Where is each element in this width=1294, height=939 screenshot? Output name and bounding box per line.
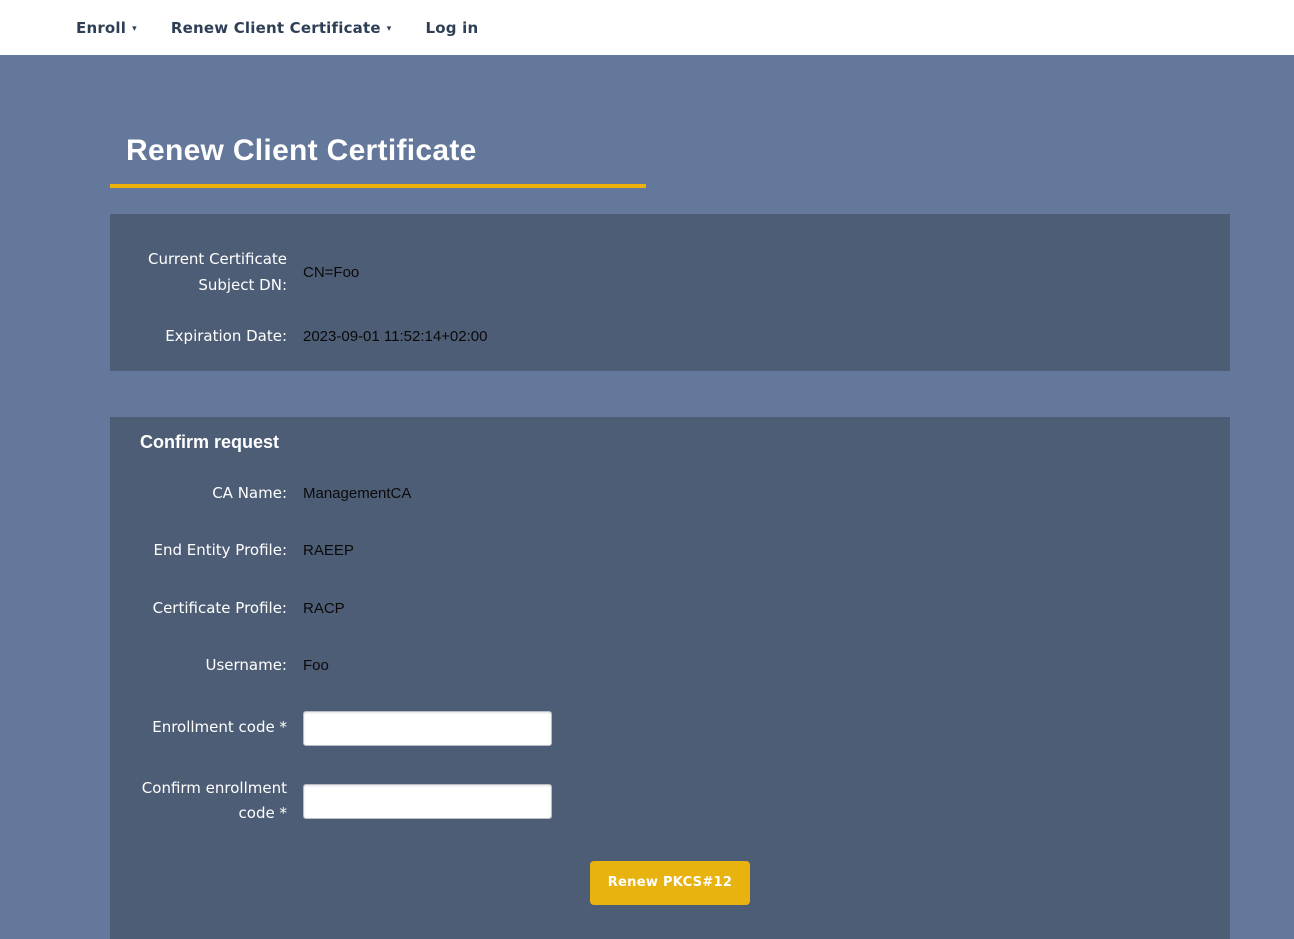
top-navbar: Enroll ▾ Renew Client Certificate ▾ Log …: [0, 0, 1294, 55]
nav-item-login[interactable]: Log in: [425, 19, 478, 37]
expiration-date-label: Expiration Date:: [110, 324, 287, 350]
ca-name-label: CA Name:: [110, 481, 287, 507]
username-label: Username:: [110, 653, 287, 679]
username-value: Foo: [303, 657, 329, 674]
confirm-enrollment-code-row: Confirm enrollment code *: [110, 776, 1230, 827]
nav-item-renew-label: Renew Client Certificate: [171, 19, 381, 37]
certificate-profile-row: Certificate Profile: RACP: [110, 596, 1230, 622]
end-entity-profile-value: RAEEP: [303, 542, 354, 559]
confirm-request-heading: Confirm request: [140, 432, 1230, 453]
enrollment-code-label: Enrollment code *: [110, 715, 287, 741]
chevron-down-icon: ▾: [387, 24, 392, 34]
subject-dn-label: Current Certificate Subject DN:: [110, 247, 287, 298]
chevron-down-icon: ▾: [132, 24, 137, 34]
end-entity-profile-row: End Entity Profile: RAEEP: [110, 538, 1230, 564]
page-title-underline: Renew Client Certificate: [110, 134, 646, 188]
nav-item-enroll[interactable]: Enroll ▾: [76, 19, 137, 37]
username-row: Username: Foo: [110, 653, 1230, 679]
nav-item-login-label: Log in: [425, 19, 478, 37]
end-entity-profile-label: End Entity Profile:: [110, 538, 287, 564]
certificate-profile-value: RACP: [303, 600, 345, 617]
subject-dn-value: CN=Foo: [303, 264, 359, 281]
certificate-profile-label: Certificate Profile:: [110, 596, 287, 622]
expiration-date-row: Expiration Date: 2023-09-01 11:52:14+02:…: [110, 324, 1230, 350]
confirm-request-panel: Confirm request CA Name: ManagementCA En…: [110, 417, 1230, 939]
expiration-date-value: 2023-09-01 11:52:14+02:00: [303, 328, 487, 345]
ca-name-row: CA Name: ManagementCA: [110, 481, 1230, 507]
renew-pkcs12-button[interactable]: Renew PKCS#12: [590, 861, 750, 905]
ca-name-value: ManagementCA: [303, 485, 411, 502]
nav-item-enroll-label: Enroll: [76, 19, 126, 37]
page-title: Renew Client Certificate: [126, 134, 646, 168]
enrollment-code-input[interactable]: [303, 711, 552, 746]
enrollment-code-row: Enrollment code *: [110, 711, 1230, 746]
confirm-enrollment-code-input[interactable]: [303, 784, 552, 819]
subject-dn-row: Current Certificate Subject DN: CN=Foo: [110, 247, 1230, 298]
confirm-enrollment-code-label: Confirm enrollment code *: [110, 776, 287, 827]
current-certificate-panel: Current Certificate Subject DN: CN=Foo E…: [110, 214, 1230, 371]
nav-item-renew-client-certificate[interactable]: Renew Client Certificate ▾: [171, 19, 392, 37]
